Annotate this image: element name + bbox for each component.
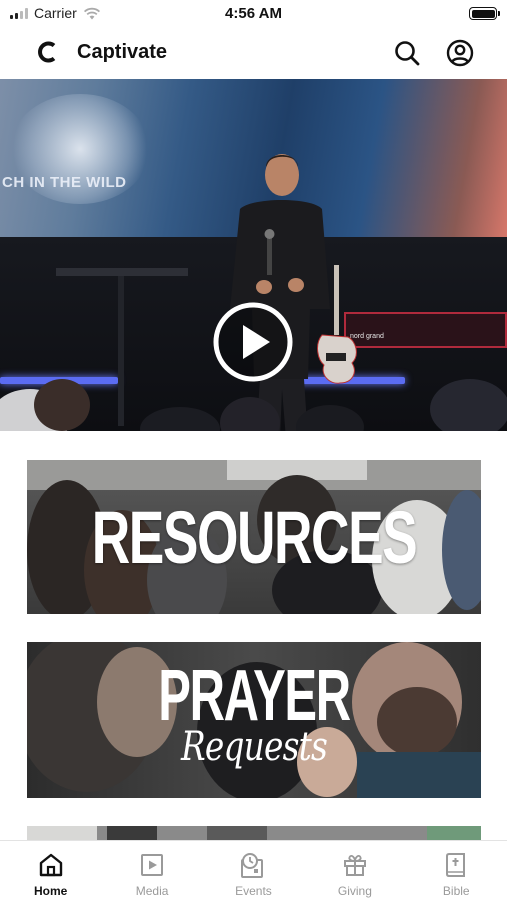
account-icon[interactable] xyxy=(445,38,475,68)
app-title: Captivate xyxy=(77,41,168,63)
captivate-logo-icon[interactable] xyxy=(36,40,60,64)
resources-title: RESOURCES xyxy=(91,496,418,579)
search-icon[interactable] xyxy=(392,38,422,68)
events-icon xyxy=(241,853,264,878)
tab-home-label: Home xyxy=(34,884,68,898)
status-time: 4:56 AM xyxy=(225,5,282,22)
tab-bible-label: Bible xyxy=(442,884,470,898)
tab-bible[interactable]: Bible xyxy=(406,841,507,900)
podium xyxy=(56,268,188,276)
tab-media[interactable]: Media xyxy=(101,841,202,900)
tab-home[interactable]: Home xyxy=(0,841,101,900)
status-bar: Carrier 4:56 AM xyxy=(0,0,507,28)
tab-bar: Home Media Events Giving Bible xyxy=(0,840,507,900)
tab-giving-label: Giving xyxy=(337,884,372,898)
tab-events[interactable]: Events xyxy=(203,841,304,900)
tab-media-label: Media xyxy=(135,884,169,898)
audience xyxy=(0,379,507,431)
battery-icon xyxy=(469,7,500,20)
hero-video[interactable]: CH IN THE WILD nord grand xyxy=(0,79,507,431)
prayer-requests-card[interactable]: PRAYER Requests xyxy=(27,642,481,798)
play-icon[interactable] xyxy=(212,301,294,383)
prayer-subtitle: Requests xyxy=(181,724,328,770)
home-icon xyxy=(39,853,62,877)
keyboard: nord grand xyxy=(344,312,507,348)
app-header: Captivate xyxy=(0,28,507,78)
media-icon xyxy=(141,854,164,876)
gift-icon xyxy=(343,855,366,876)
tab-events-label: Events xyxy=(235,884,272,898)
tab-giving[interactable]: Giving xyxy=(304,841,405,900)
stage-screen-text: CH IN THE WILD xyxy=(2,174,127,191)
resources-card[interactable]: RESOURCES xyxy=(27,460,481,614)
prayer-title: PRAYER xyxy=(158,656,351,736)
bible-icon xyxy=(446,853,466,877)
